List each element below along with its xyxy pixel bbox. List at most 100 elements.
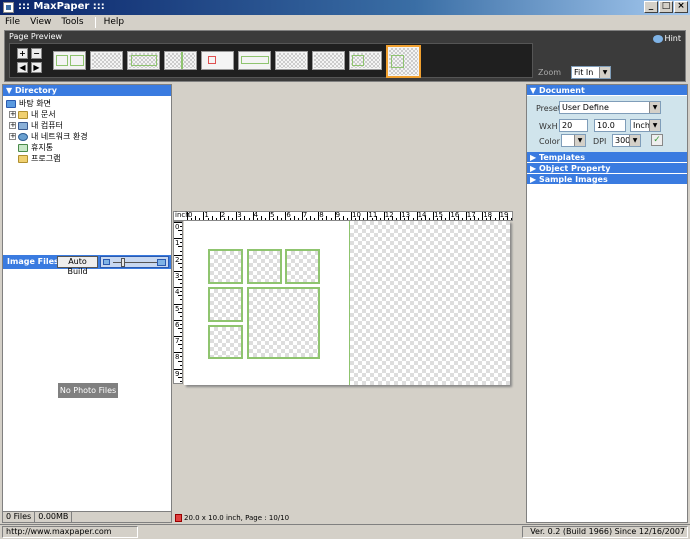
page-thumbnail[interactable] <box>238 51 271 70</box>
remove-page-button[interactable]: − <box>31 48 42 59</box>
height-input[interactable]: 10.0 <box>594 119 626 132</box>
ruler-tick <box>180 258 182 260</box>
page-thumbnail-selected[interactable] <box>386 45 421 78</box>
menu-view[interactable]: View <box>25 17 56 27</box>
prev-page-button[interactable]: ◀ <box>17 62 28 73</box>
minimize-button[interactable]: _ <box>644 1 658 13</box>
page-thumbnail[interactable] <box>53 51 86 70</box>
ruler-tick <box>297 218 299 220</box>
maximize-button[interactable]: □ <box>659 1 673 13</box>
page-thumbnail[interactable] <box>201 51 234 70</box>
preset-select[interactable]: User Define ▼ <box>559 101 661 114</box>
page-thumbnail[interactable] <box>90 51 123 70</box>
zoom-label: Zoom <box>538 68 562 77</box>
ruler-tick <box>195 216 197 220</box>
ruler-tick <box>174 368 182 370</box>
ruler-tick <box>289 218 291 220</box>
menu-separator <box>94 16 96 28</box>
chevron-down-icon: ▼ <box>574 135 585 146</box>
page-thumbnail[interactable] <box>164 51 197 70</box>
tree-item-my-computer[interactable]: + 내 컴퓨터 <box>6 120 166 131</box>
ruler-tick <box>387 218 389 220</box>
page-thumbnail[interactable] <box>349 51 382 70</box>
ruler-tick <box>180 283 182 285</box>
expand-icon[interactable]: + <box>9 133 16 140</box>
tree-item-desktop[interactable]: 바탕 화면 <box>6 98 166 109</box>
ruler-tick <box>180 299 182 301</box>
ruler-tick <box>174 270 182 272</box>
dpi-select[interactable]: 300 ▼ <box>612 134 641 147</box>
directory-header[interactable]: ▼ Directory <box>3 85 171 96</box>
ruler-tick <box>203 212 205 220</box>
canvas-area[interactable]: inch 0 1 2 3 4 5 6 7 8 9 10 11 12 13 14 15 16 17 18 19 0123… <box>173 84 524 523</box>
preset-label: Preset <box>536 104 561 113</box>
unit-select[interactable]: Inch ▼ <box>630 119 661 132</box>
ruler-tick <box>465 212 467 220</box>
width-input[interactable]: 20 <box>559 119 588 132</box>
ruler-tick <box>248 218 250 220</box>
status-bar: http://www.maxpaper.com Ver. 0.2 (Build … <box>0 524 690 539</box>
ruler-tick <box>174 352 182 354</box>
ruler-tick <box>486 218 488 220</box>
page-canvas[interactable] <box>184 221 510 385</box>
photo-slot[interactable] <box>247 287 320 359</box>
menu-file[interactable]: File <box>0 17 25 27</box>
apply-check-button[interactable]: ✓ <box>651 134 663 146</box>
ruler-tick <box>277 216 279 220</box>
ruler-tick <box>180 348 182 350</box>
zoom-select[interactable]: Fit In ▼ <box>571 66 611 79</box>
photo-slot[interactable] <box>208 325 243 359</box>
slider-handle[interactable] <box>121 258 125 267</box>
next-page-button[interactable]: ▶ <box>31 62 42 73</box>
page-thumbnail[interactable] <box>312 51 345 70</box>
ruler-tick <box>428 218 430 220</box>
ruler-tick <box>178 311 182 313</box>
ruler-tick <box>180 307 182 309</box>
ruler-tick <box>180 340 182 342</box>
menu-help[interactable]: Help <box>99 17 130 27</box>
templates-header[interactable]: ▶ Templates <box>527 152 687 163</box>
ruler-tick <box>180 372 182 374</box>
page-thumbnail[interactable] <box>275 51 308 70</box>
image-files-header: Image Files Auto Build <box>3 255 171 276</box>
tree-item-programs[interactable]: 프로그램 <box>6 153 166 164</box>
menu-tools[interactable]: Tools <box>56 17 88 27</box>
tree-item-recycle-bin[interactable]: 휴지통 <box>6 142 166 153</box>
left-panel: ▼ Directory 바탕 화면 + 내 문서 + 내 컴퓨터 + 내 네트워… <box>2 84 172 523</box>
page-thumbnail[interactable] <box>127 51 160 70</box>
document-header[interactable]: ▼ Document <box>527 85 687 96</box>
ruler-tick <box>408 216 410 220</box>
ruler-tick <box>236 212 238 220</box>
photo-slot[interactable] <box>208 249 243 284</box>
ruler-tick <box>330 218 332 220</box>
ruler-tick <box>494 218 496 220</box>
hint-button[interactable]: Hint <box>652 34 681 43</box>
ruler-tick <box>474 216 475 220</box>
photo-slot[interactable] <box>285 249 320 284</box>
ruler-tick <box>310 216 311 220</box>
color-picker[interactable]: ▼ <box>561 134 586 147</box>
ruler-tick <box>174 319 182 321</box>
photo-slot[interactable] <box>208 287 243 322</box>
computer-icon <box>18 121 28 130</box>
tree-item-my-documents[interactable]: + 내 문서 <box>6 109 166 120</box>
add-page-button[interactable]: + <box>17 48 28 59</box>
photo-slot-large[interactable] <box>349 221 510 385</box>
ruler-tick <box>178 262 182 264</box>
ruler-tick <box>469 218 471 220</box>
photo-slot[interactable] <box>247 249 282 284</box>
expand-icon[interactable]: + <box>9 111 16 118</box>
ruler-tick <box>269 212 270 220</box>
auto-build-button[interactable]: Auto Build <box>57 256 98 276</box>
image-files-label: Image Files <box>7 257 59 266</box>
object-property-header[interactable]: ▶ Object Property <box>527 163 687 174</box>
folder-icon <box>18 154 28 163</box>
ruler-tick <box>178 295 182 297</box>
close-button[interactable]: × <box>674 1 688 13</box>
ruler-tick <box>420 218 422 220</box>
sample-images-header[interactable]: ▶ Sample Images <box>527 174 687 185</box>
directory-tree: 바탕 화면 + 내 문서 + 내 컴퓨터 + 내 네트워크 환경 휴지통 프로그… <box>6 98 166 164</box>
tree-item-network[interactable]: + 내 네트워크 환경 <box>6 131 166 142</box>
expand-icon[interactable]: + <box>9 122 16 129</box>
thumbnail-size-slider[interactable] <box>100 256 169 268</box>
